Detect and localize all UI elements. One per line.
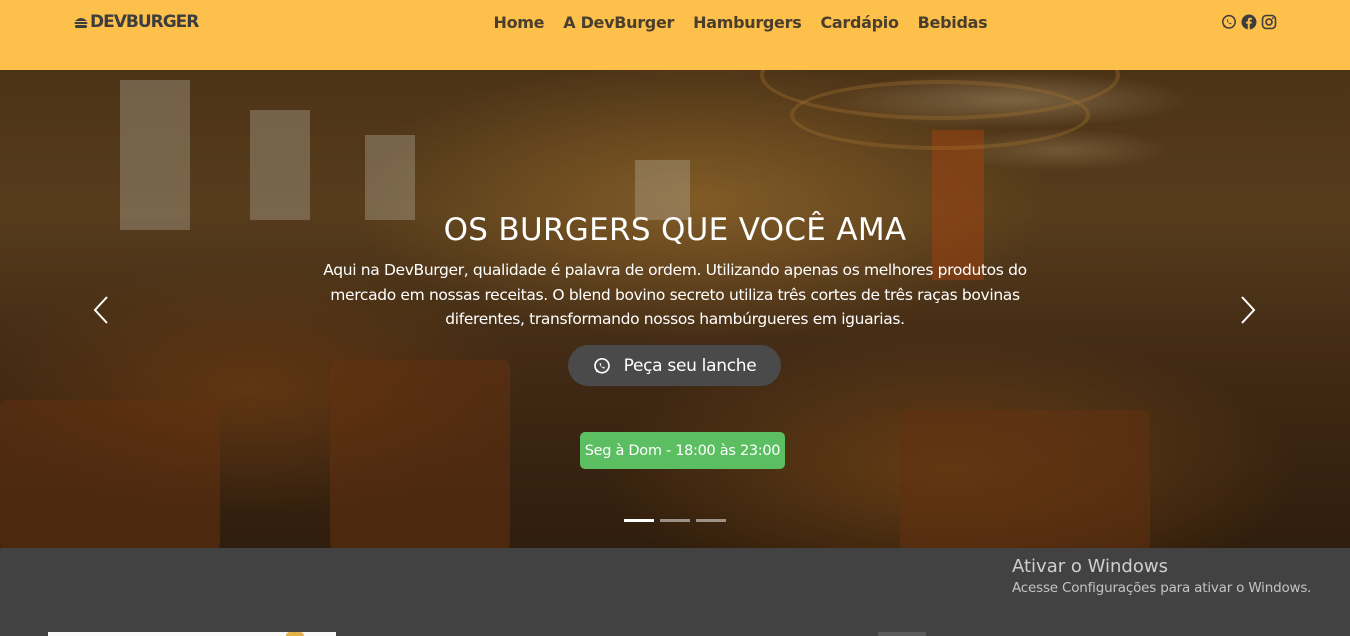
- next-section-image-edge: [286, 632, 304, 636]
- hero-title: OS BURGERS QUE VOCÊ AMA: [443, 212, 907, 248]
- nav-link-home[interactable]: Home: [484, 12, 554, 34]
- whatsapp-icon[interactable]: [1221, 14, 1237, 30]
- next-section-card-edge: [878, 632, 926, 636]
- order-button[interactable]: Peça seu lanche: [568, 345, 781, 386]
- whatsapp-icon: [593, 357, 610, 374]
- windows-activation-title: Ativar o Windows: [1012, 556, 1168, 577]
- windows-activation-watermark: Ativar o Windows Acesse Configurações pa…: [1012, 556, 1311, 598]
- facebook-icon[interactable]: [1241, 14, 1257, 30]
- chevron-left-icon: [93, 296, 108, 324]
- burger-logo-icon: [74, 17, 88, 28]
- opening-hours-badge: Seg à Dom - 18:00 às 23:00: [580, 432, 785, 469]
- order-button-label: Peça seu lanche: [623, 355, 757, 376]
- nav-link-bebidas[interactable]: Bebidas: [908, 12, 997, 34]
- hero-description-line: Aqui na DevBurger, qualidade é palavra d…: [323, 261, 1027, 279]
- navbar: DEVBURGER Home A DevBurger Hamburgers Ca…: [0, 0, 1350, 70]
- hero-description-line: mercado em nossas receitas. O blend bovi…: [330, 285, 1020, 304]
- main-nav: Home A DevBurger Hamburgers Cardápio Beb…: [484, 12, 997, 34]
- carousel-indicator[interactable]: [696, 519, 726, 522]
- windows-activation-subtitle: Acesse Configurações para ativar o Windo…: [1012, 580, 1312, 596]
- carousel-next-button[interactable]: [1236, 294, 1260, 326]
- social-links: [1221, 14, 1277, 30]
- logo-text: DEVBURGER: [90, 12, 199, 32]
- nav-link-hamburgers[interactable]: Hamburgers: [684, 12, 811, 34]
- carousel-indicator[interactable]: [660, 519, 690, 522]
- logo[interactable]: DEVBURGER: [74, 12, 199, 32]
- instagram-icon[interactable]: [1261, 14, 1277, 30]
- hero-description: Aqui na DevBurger, qualidade é palavra d…: [312, 258, 1038, 332]
- hero-carousel: OS BURGERS QUE VOCÊ AMA Aqui na DevBurge…: [0, 70, 1350, 548]
- nav-link-a-devburger[interactable]: A DevBurger: [554, 12, 684, 34]
- carousel-indicator[interactable]: [624, 519, 654, 522]
- nav-link-cardapio[interactable]: Cardápio: [811, 12, 908, 34]
- hero-description-line: diferentes, transformando nossos hambúrg…: [445, 310, 905, 328]
- carousel-prev-button[interactable]: [89, 294, 113, 326]
- carousel-indicators: [624, 519, 726, 522]
- chevron-right-icon: [1241, 296, 1256, 324]
